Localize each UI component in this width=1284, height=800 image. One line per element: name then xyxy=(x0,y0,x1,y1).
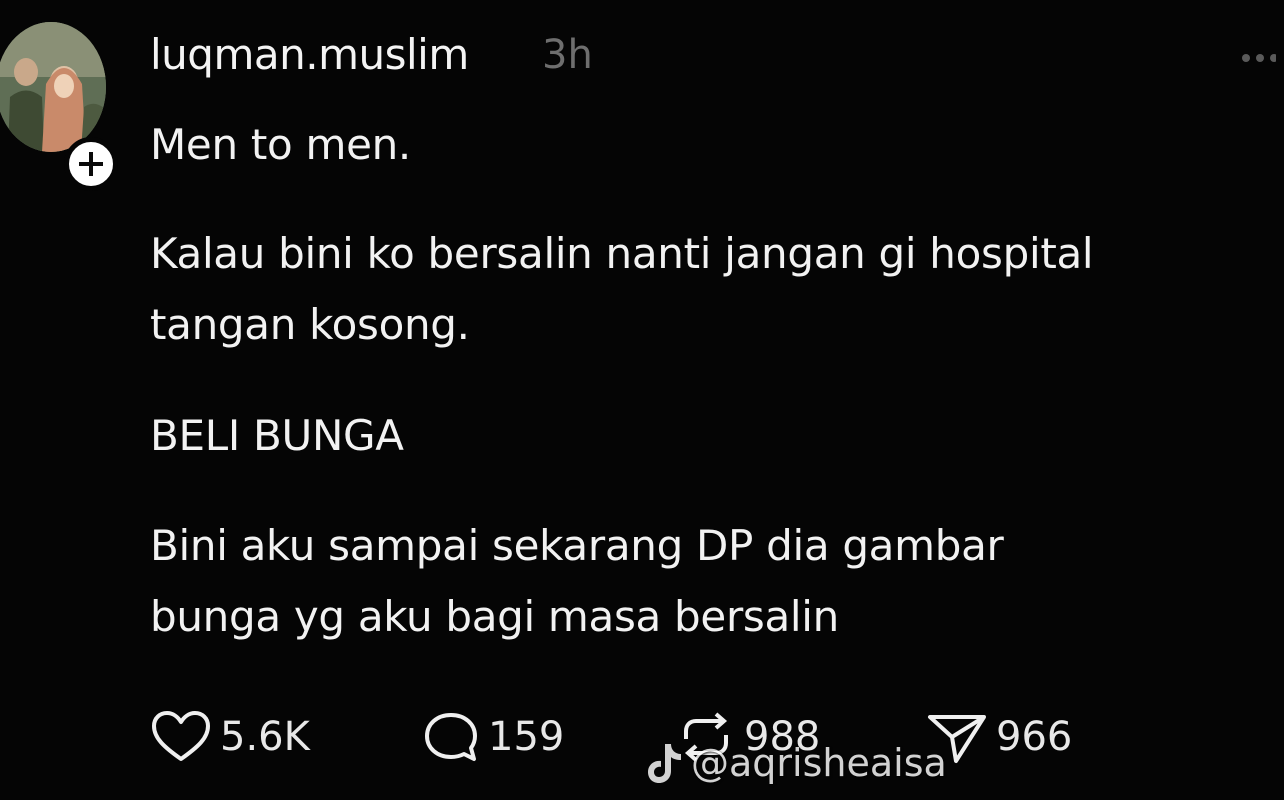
avatar-photo-icon xyxy=(0,22,106,152)
avatar[interactable] xyxy=(0,22,106,152)
watermark-handle: @aqrisheaisa xyxy=(691,741,947,785)
author-avatar-group[interactable] xyxy=(0,22,118,191)
post-paragraph-2: Kalau bini ko bersalin nanti jangan gi h… xyxy=(150,218,1094,360)
like-count: 5.6K xyxy=(220,714,310,760)
post-paragraph-1: Men to men. xyxy=(150,109,411,180)
comment-icon xyxy=(425,713,477,761)
post-paragraph-3: BELI BUNGA xyxy=(150,400,404,471)
follow-button[interactable] xyxy=(64,137,118,191)
reply-count: 159 xyxy=(488,714,565,760)
post-text-line: BELI BUNGA xyxy=(150,411,404,460)
reply-button[interactable]: 159 xyxy=(422,705,564,769)
post-paragraph-4: Bini aku sampai sekarang DP dia gambar b… xyxy=(150,510,1004,652)
like-button[interactable]: 5.6K xyxy=(150,705,310,769)
tiktok-watermark: @aqrisheaisa xyxy=(645,738,947,788)
more-options-icon[interactable] xyxy=(1240,50,1278,64)
heart-icon xyxy=(152,711,210,761)
plus-icon xyxy=(79,152,103,176)
share-button[interactable]: 966 xyxy=(926,705,1072,769)
author-username[interactable]: luqman.muslim xyxy=(150,30,469,79)
share-count: 966 xyxy=(996,714,1073,760)
tiktok-logo-icon xyxy=(648,744,681,783)
post-text-line: Bini aku sampai sekarang DP dia gambar xyxy=(150,521,1004,570)
thread-post: luqman.muslim 3h Men to men. Kalau bini … xyxy=(0,0,1284,800)
post-text-line: Kalau bini ko bersalin nanti jangan gi h… xyxy=(150,229,1094,278)
post-text-line: tangan kosong. xyxy=(150,300,470,349)
post-text-line: bunga yg aku bagi masa bersalin xyxy=(150,592,839,641)
post-text-line: Men to men. xyxy=(150,120,411,169)
post-timestamp: 3h xyxy=(542,32,593,78)
